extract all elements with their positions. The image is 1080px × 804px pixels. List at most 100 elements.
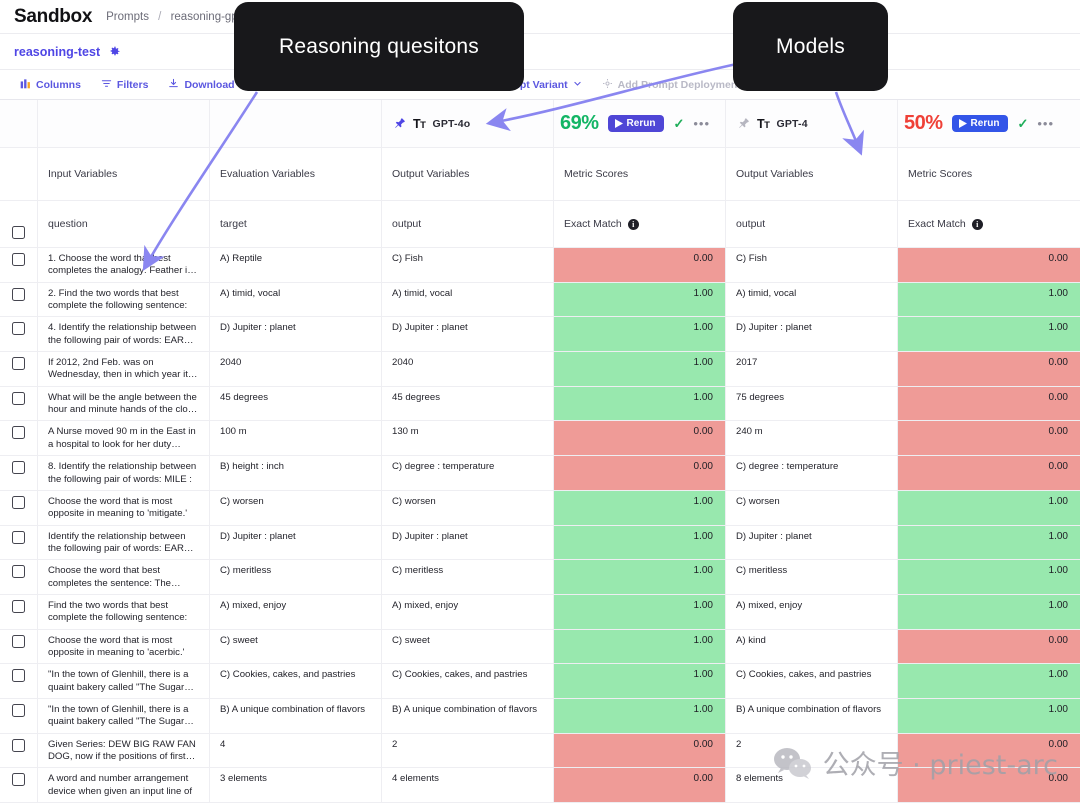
row-checkbox[interactable]: [12, 634, 25, 648]
cell-score-gpt4o: 0.00: [554, 733, 726, 769]
breadcrumb-item-prompts[interactable]: Prompts: [106, 11, 149, 23]
row-checkbox-cell: [0, 456, 38, 491]
header-spacer-question: [38, 100, 210, 148]
cell-output-gpt4o: A) timid, vocal: [382, 282, 554, 318]
table-row[interactable]: Choose the word that is most opposite in…: [0, 490, 1080, 526]
row-checkbox[interactable]: [12, 599, 25, 613]
row-checkbox[interactable]: [12, 495, 25, 509]
output-text-gpt4o: B) A unique combination of flavors: [392, 703, 538, 715]
table-row[interactable]: "In the town of Glenhill, there is a qua…: [0, 698, 1080, 734]
output-text-gpt4o: C) Fish: [392, 253, 423, 264]
cell-output-gpt4: 240 m: [726, 421, 898, 457]
row-checkbox[interactable]: [12, 357, 25, 371]
table-row[interactable]: 1. Choose the word that best completes t…: [0, 248, 1080, 283]
output-text-gpt4: 8 elements: [736, 773, 783, 785]
model-name-gpt4: GPT-4: [776, 117, 808, 130]
cell-target: A) mixed, enjoy: [210, 594, 382, 630]
table-row[interactable]: Choose the word that best completes the …: [0, 560, 1080, 595]
row-checkbox[interactable]: [12, 669, 25, 683]
cell-output-gpt4: A) mixed, enjoy: [726, 594, 898, 630]
cell-output-gpt4: C) Fish: [726, 248, 898, 283]
output-text-gpt4: C) Cookies, cakes, and pastries: [736, 669, 872, 681]
var-header-output-2[interactable]: output: [726, 201, 898, 248]
cell-output-gpt4: C) Cookies, cakes, and pastries: [726, 664, 898, 699]
row-checkbox[interactable]: [12, 322, 25, 336]
row-checkbox[interactable]: [12, 530, 25, 544]
row-checkbox-cell: [0, 733, 38, 769]
table-row[interactable]: A word and number arrangement device whe…: [0, 768, 1080, 803]
more-options-gpt4[interactable]: •••: [1037, 117, 1054, 130]
cell-output-gpt4: 2017: [726, 352, 898, 387]
callout-models: Models: [733, 2, 888, 91]
var-header-question[interactable]: question: [38, 201, 210, 248]
question-text: 1. Choose the word that best completes t…: [48, 253, 192, 277]
table-row[interactable]: Find the two words that best complete th…: [0, 594, 1080, 630]
table-row[interactable]: If 2012, 2nd Feb. was on Wednesday, then…: [0, 352, 1080, 387]
pin-icon[interactable]: [394, 117, 406, 131]
gear-icon[interactable]: [108, 45, 121, 58]
var-header-metric-1[interactable]: Exact Match i: [554, 201, 726, 248]
row-checkbox[interactable]: [12, 461, 25, 475]
question-text: 2. Find the two words that best complete…: [48, 287, 188, 312]
info-icon-2[interactable]: i: [971, 218, 983, 230]
question-text: Choose the word that is most opposite in…: [48, 495, 188, 520]
row-checkbox[interactable]: [12, 565, 25, 579]
cell-score-gpt4: 1.00: [898, 560, 1080, 595]
score-value-gpt4: 1.00: [1048, 599, 1068, 611]
table-row[interactable]: 8. Identify the relationship between the…: [0, 456, 1080, 491]
cell-score-gpt4o: 1.00: [554, 629, 726, 665]
target-text: C) worsen: [220, 495, 264, 507]
rerun-button-gpt4o[interactable]: Rerun: [607, 115, 665, 132]
columns-button[interactable]: Columns: [10, 75, 91, 95]
download-button[interactable]: Download: [158, 75, 244, 95]
cell-score-gpt4: 0.00: [898, 386, 1080, 422]
table-row[interactable]: 4. Identify the relationship between the…: [0, 317, 1080, 353]
model-score-gpt4: 50%: [904, 112, 943, 134]
question-text: Find the two words that best complete th…: [48, 599, 188, 624]
group-header-metric-1: Metric Scores: [554, 148, 726, 201]
row-checkbox[interactable]: [12, 287, 25, 301]
cell-target: B) A unique combination of flavors: [210, 698, 382, 734]
rerun-button-gpt4[interactable]: Rerun: [951, 115, 1009, 132]
row-checkbox[interactable]: [12, 703, 25, 717]
cell-output-gpt4o: B) A unique combination of flavors: [382, 698, 554, 734]
table-row[interactable]: Choose the word that is most opposite in…: [0, 629, 1080, 665]
deployment-icon: [602, 78, 613, 92]
var-header-target[interactable]: target: [210, 201, 382, 248]
filters-button[interactable]: Filters: [91, 75, 159, 95]
pin-icon-2[interactable]: [738, 117, 750, 131]
row-checkbox-cell: [0, 629, 38, 665]
app-brand: Sandbox: [14, 5, 93, 27]
more-options-gpt4o[interactable]: •••: [693, 117, 710, 130]
table-row[interactable]: "In the town of Glenhill, there is a qua…: [0, 664, 1080, 699]
cell-question: 8. Identify the relationship between the…: [38, 456, 210, 491]
select-all-checkbox[interactable]: [12, 225, 25, 239]
table-row[interactable]: Given Series: DEW BIG RAW FAN DOG, now i…: [0, 733, 1080, 769]
question-text: Choose the word that is most opposite in…: [48, 634, 185, 658]
target-text: C) meritless: [220, 565, 272, 577]
row-checkbox[interactable]: [12, 391, 25, 405]
cell-output-gpt4o: C) worsen: [382, 490, 554, 526]
row-checkbox[interactable]: [12, 253, 25, 266]
cell-score-gpt4o: 1.00: [554, 490, 726, 526]
cell-target: 3 elements: [210, 768, 382, 803]
score-value-gpt4o: 1.00: [693, 669, 713, 681]
info-icon-1[interactable]: i: [627, 218, 639, 230]
row-checkbox[interactable]: [12, 426, 25, 440]
var-header-output-1[interactable]: output: [382, 201, 554, 248]
callout-models-text: Models: [776, 34, 845, 58]
add-prompt-deployment-label: Add Prompt Deployment: [617, 78, 741, 91]
table-row[interactable]: Identify the relationship between the fo…: [0, 525, 1080, 561]
check-icon-gpt4[interactable]: ✓: [1017, 116, 1028, 132]
table-row[interactable]: A Nurse moved 90 m in the East in a hosp…: [0, 421, 1080, 457]
score-value-gpt4o: 1.00: [693, 565, 713, 577]
project-name[interactable]: reasoning-test: [14, 45, 100, 59]
row-checkbox[interactable]: [12, 773, 25, 787]
cell-output-gpt4o: C) meritless: [382, 560, 554, 595]
var-header-metric-2[interactable]: Exact Match i: [898, 201, 1080, 248]
table-row[interactable]: What will be the angle between the hour …: [0, 386, 1080, 422]
target-text: D) Jupiter : planet: [220, 530, 296, 542]
check-icon-gpt4o[interactable]: ✓: [673, 116, 684, 132]
row-checkbox[interactable]: [12, 738, 25, 752]
table-row[interactable]: 2. Find the two words that best complete…: [0, 282, 1080, 318]
